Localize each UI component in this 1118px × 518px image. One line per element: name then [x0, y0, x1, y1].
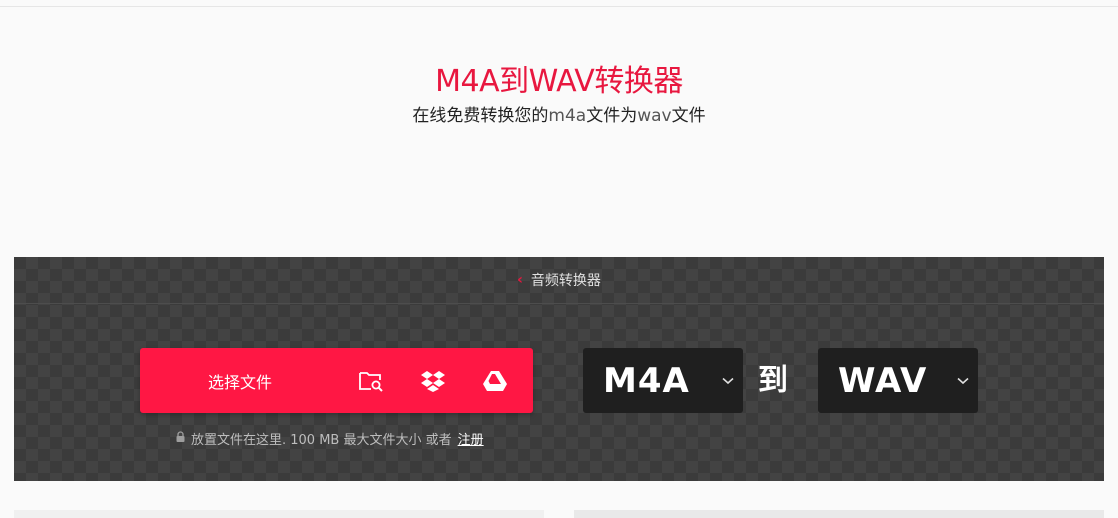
to-label: 到: [758, 363, 788, 398]
signup-link[interactable]: 注册: [458, 429, 484, 448]
chevron-down-icon[interactable]: [948, 377, 978, 385]
converter-panel: ‹ 音频转换器 选择文件 放置文件在这里. 100 MB 最大文件大小 或者 注…: [14, 257, 1104, 481]
dropbox-icon[interactable]: [402, 348, 464, 413]
breadcrumb[interactable]: ‹ 音频转换器: [14, 257, 1104, 304]
chevron-left-icon: ‹: [517, 272, 523, 288]
to-format-select[interactable]: WAV: [818, 348, 978, 413]
drop-hint-text: 放置文件在这里. 100 MB 最大文件大小 或者: [191, 433, 452, 448]
choose-file-button[interactable]: 选择文件: [140, 348, 533, 413]
google-drive-icon[interactable]: [464, 348, 526, 413]
hero: M4A到WAV转换器 在线免费转换您的m4a文件为wav文件: [0, 62, 1118, 128]
breadcrumb-label[interactable]: 音频转换器: [531, 270, 601, 290]
to-format-value[interactable]: WAV: [818, 361, 948, 401]
drop-hint: 放置文件在这里. 100 MB 最大文件大小 或者 注册: [176, 429, 484, 448]
from-format-select[interactable]: M4A: [583, 348, 743, 413]
page-title: M4A到WAV转换器: [435, 64, 683, 99]
chevron-down-icon[interactable]: [713, 377, 743, 385]
from-format-value[interactable]: M4A: [583, 361, 713, 401]
header-divider: [0, 6, 1118, 7]
content-card-left: [14, 510, 544, 518]
page-subtitle: 在线免费转换您的m4a文件为wav文件: [412, 106, 706, 126]
lock-icon: [176, 431, 185, 446]
content-card-right: [574, 510, 1104, 518]
choose-file-label[interactable]: 选择文件: [140, 369, 340, 393]
folder-search-icon[interactable]: [340, 348, 402, 413]
